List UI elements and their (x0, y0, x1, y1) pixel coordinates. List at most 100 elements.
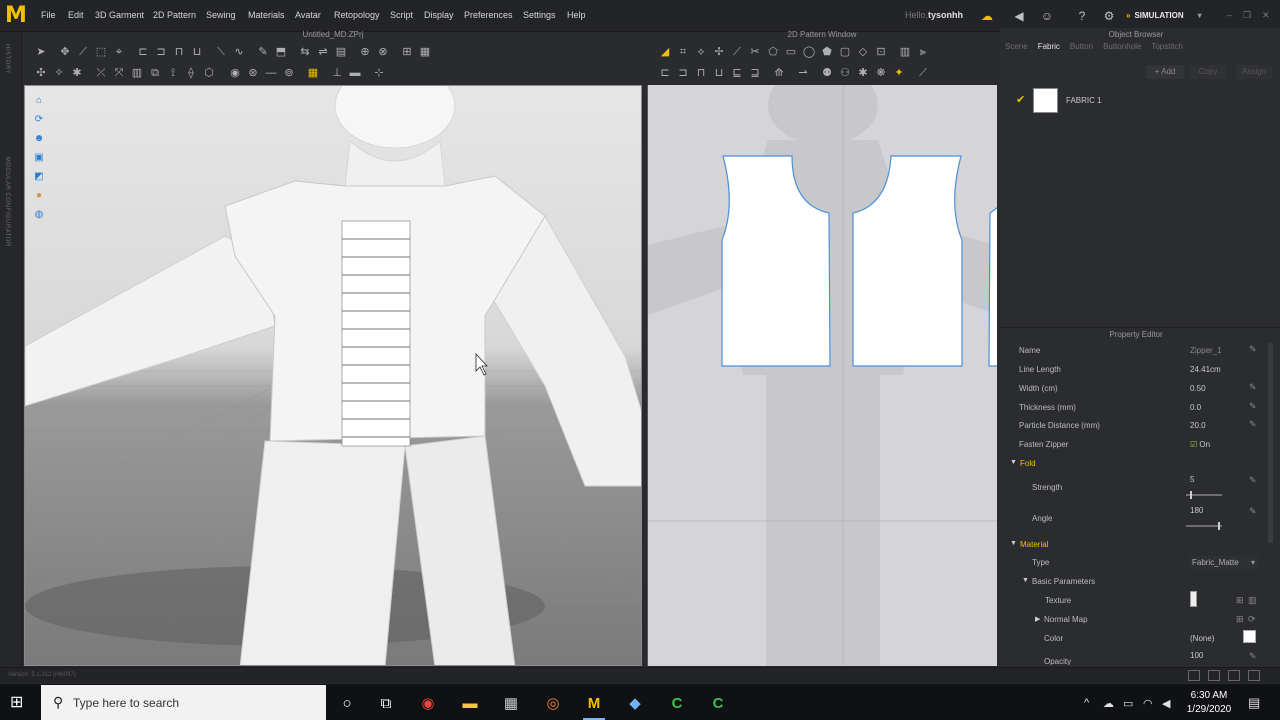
add-point-icon[interactable]: ✢ (710, 43, 728, 61)
free-sewing-2d-icon[interactable]: ⫸ (914, 43, 932, 61)
menu-preferences[interactable]: Preferences (464, 10, 513, 20)
taskbar-search[interactable]: ⚲ Type here to search (41, 685, 326, 720)
collapse-triangle-icon[interactable]: ▼ (1022, 577, 1029, 584)
transform-pattern-icon[interactable]: ✣ (32, 64, 50, 82)
pattern-fold-icon[interactable]: ⊏ (656, 64, 674, 82)
free-sew-icon[interactable]: ⤧ (110, 64, 128, 82)
pencil-icon[interactable]: ✎ (1249, 475, 1257, 486)
prop-thickness-value[interactable]: 0.0 (1190, 403, 1201, 412)
cloud-icon[interactable]: ☁ (979, 8, 995, 24)
menu-settings[interactable]: Settings (523, 10, 556, 20)
camtasia-icon[interactable]: C (666, 693, 688, 715)
menu-3d-garment[interactable]: 3D Garment (95, 10, 144, 20)
button-tool-icon[interactable]: ⊕ (356, 43, 374, 61)
prop-name-value[interactable]: Zipper_1 (1190, 346, 1222, 355)
menu-script[interactable]: Script (390, 10, 413, 20)
select-button-icon[interactable]: ⊚ (280, 64, 298, 82)
basic-params-header[interactable]: ▼ Basic Parameters (1000, 573, 1268, 591)
collapse-triangle-icon[interactable]: ▼ (1010, 459, 1017, 466)
menu-help[interactable]: Help (567, 10, 586, 20)
measure-tool-icon[interactable]: ⇌ (314, 43, 332, 61)
graphic-icon[interactable]: ⇀ (794, 64, 812, 82)
tack-icon[interactable]: ▥ (128, 64, 146, 82)
layout-split-icon[interactable] (1208, 670, 1220, 681)
restore-button[interactable]: ❐ (1243, 10, 1251, 21)
prop-strength-value[interactable]: 5 (1190, 475, 1194, 484)
marvelous-designer-icon[interactable]: M (583, 693, 605, 720)
rotate-view-icon[interactable]: ⟳ (32, 112, 46, 128)
2d-zipper-icon[interactable]: ✦ (890, 64, 908, 82)
prop-particle-value[interactable]: 20.0 (1190, 421, 1206, 430)
tab-button[interactable]: Button (1070, 42, 1093, 54)
wifi-icon[interactable]: ◠ (1143, 697, 1153, 710)
layout-single-icon[interactable] (1188, 670, 1200, 681)
skin-view-icon[interactable]: ● (32, 188, 46, 204)
blender-icon[interactable]: ◎ (542, 693, 564, 715)
menu-retopology[interactable]: Retopology (334, 10, 380, 20)
segment-tool-icon[interactable]: ⊔ (188, 43, 206, 61)
dart-icon[interactable]: ◇ (854, 43, 872, 61)
speaker-icon[interactable]: ◀ (1011, 8, 1027, 24)
polygon-icon[interactable]: ⬠ (764, 43, 782, 61)
prop-opacity-value[interactable]: 100 (1190, 651, 1203, 660)
pattern-unfold-icon[interactable]: ⊐ (674, 64, 692, 82)
notifications-icon[interactable]: ▤ (1248, 695, 1260, 711)
mode-selector[interactable]: » SIMULATION ▾ (1126, 7, 1216, 25)
circle-icon[interactable]: ◯ (800, 43, 818, 61)
puckering-icon[interactable]: ⟟ (164, 64, 182, 82)
pencil-icon[interactable]: ✎ (1249, 344, 1257, 355)
segment-sewing-2d-icon[interactable]: ▥ (896, 43, 914, 61)
cortana-icon[interactable]: ○ (336, 693, 358, 715)
hanger-icon[interactable]: ⌂ (32, 93, 46, 109)
seam-allowance-icon[interactable]: ⊔ (710, 64, 728, 82)
garment-view-icon[interactable]: ▣ (32, 150, 46, 166)
seam-tool-icon[interactable]: ⊓ (170, 43, 188, 61)
angle-slider[interactable] (1186, 522, 1222, 530)
tab-history[interactable]: HISTORY (4, 44, 10, 74)
chrome-icon[interactable]: ◉ (417, 693, 439, 715)
trace-icon[interactable]: ⊡ (872, 43, 890, 61)
shape-tool-icon[interactable]: ⬒ (272, 43, 290, 61)
app-icon[interactable]: ▦ (500, 693, 522, 715)
tab-scene[interactable]: Scene (1005, 42, 1028, 54)
layout-3d-icon[interactable] (1228, 670, 1240, 681)
edit-pattern-icon[interactable]: ◢ (656, 43, 674, 61)
internal-polygon-icon[interactable]: ⬟ (818, 43, 836, 61)
refresh-icon[interactable]: ⟳ (1248, 614, 1256, 625)
fold-section-header[interactable]: ▼ Fold (1000, 455, 1268, 473)
zipper-tool-icon[interactable]: ▤ (332, 43, 350, 61)
transform-2d-icon[interactable]: ⌗ (674, 43, 692, 61)
avatar-tool-icon[interactable]: ⇆ (296, 43, 314, 61)
edit-point-icon[interactable]: ✧ (50, 64, 68, 82)
2d-button-icon[interactable]: ⚉ (818, 64, 836, 82)
brush-tool-icon[interactable]: ✎ (254, 43, 272, 61)
layout-2d-icon[interactable] (1248, 670, 1260, 681)
pencil-icon[interactable]: ✎ (1249, 401, 1257, 412)
slider-knob[interactable] (1218, 522, 1221, 530)
curve-tool-icon[interactable]: ∿ (230, 43, 248, 61)
texture-edit-icon[interactable]: ⟰ (770, 64, 788, 82)
2d-select-button-icon[interactable]: ❋ (872, 64, 890, 82)
grid-icon[interactable]: ⊞ (1236, 595, 1244, 606)
pin-tool-icon[interactable]: ⌖ (110, 43, 128, 61)
select-tool-icon[interactable]: ➤ (32, 43, 50, 61)
file-explorer-icon[interactable]: ▬ (459, 693, 481, 715)
settings-icon[interactable]: ⚙ (1101, 8, 1117, 24)
tab-fabric[interactable]: Fabric (1038, 42, 1060, 54)
notch-icon[interactable]: ⊓ (692, 64, 710, 82)
camtasia-recorder-icon[interactable]: C (707, 693, 729, 715)
pencil-icon[interactable]: ✎ (1249, 651, 1257, 662)
tape-icon[interactable]: ⊥ (328, 64, 346, 82)
mesh-tool-icon[interactable]: ▦ (416, 43, 434, 61)
button-place-icon[interactable]: ◉ (226, 64, 244, 82)
shirring-icon[interactable]: ⟠ (182, 64, 200, 82)
tab-topstitch[interactable]: Topstitch (1151, 42, 1183, 54)
menu-edit[interactable]: Edit (68, 10, 84, 20)
collapse-triangle-icon[interactable]: ▼ (1010, 540, 1017, 547)
sewing-tool-icon[interactable]: ⊐ (152, 43, 170, 61)
viewport-2d[interactable] (647, 85, 997, 666)
assign-button[interactable]: Assign (1236, 65, 1272, 79)
menu-display[interactable]: Display (424, 10, 454, 20)
pencil-icon[interactable]: ✎ (1249, 382, 1257, 393)
texture-slot[interactable] (1190, 591, 1197, 607)
